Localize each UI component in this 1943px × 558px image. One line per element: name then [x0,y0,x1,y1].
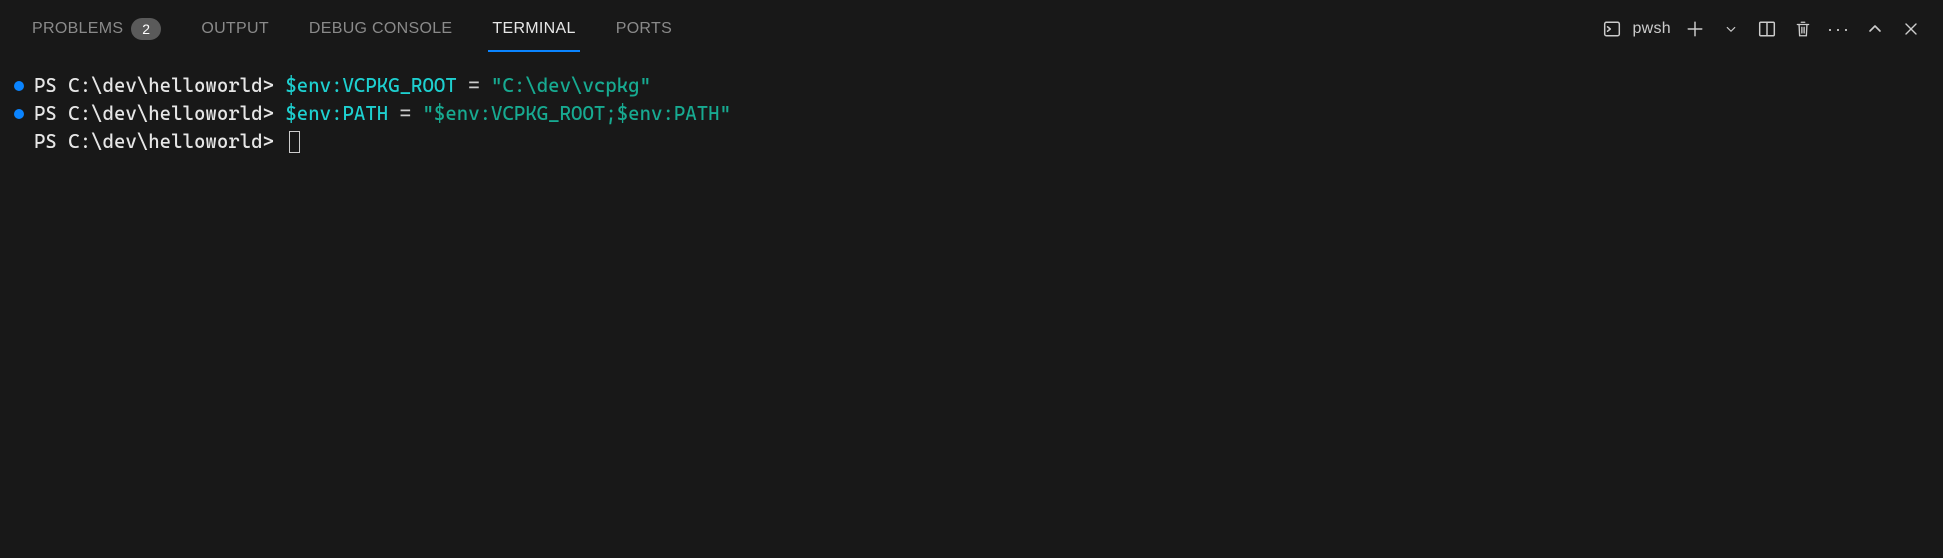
new-terminal-dropdown[interactable] [1719,17,1743,41]
terminal-text-segment: = [400,102,423,125]
terminal-text-segment: PS C:\dev\helloworld> [34,102,285,125]
terminal-line-content: PS C:\dev\helloworld> [34,128,300,156]
bottom-panel: PROBLEMS 2 OUTPUT DEBUG CONSOLE TERMINAL… [0,0,1943,558]
terminal-text-segment: PS C:\dev\helloworld> [34,74,285,97]
line-change-marker [14,137,24,147]
tab-output[interactable]: OUTPUT [199,8,271,50]
terminal-line: PS C:\dev\helloworld> $env:VCPKG_ROOT = … [14,72,1929,100]
terminal-text-segment: = [468,74,491,97]
terminal-text-segment: $env:VCPKG_ROOT [285,74,468,97]
terminal-text-segment: "$env:VCPKG_ROOT;$env:PATH" [423,102,732,125]
tab-debug-console-label: DEBUG CONSOLE [309,20,453,38]
tab-problems-label: PROBLEMS [32,20,123,38]
line-change-marker [14,81,24,91]
terminal-shell-name: pwsh [1632,20,1671,38]
terminal-actions: pwsh [1600,17,1923,41]
more-actions-button[interactable]: ··· [1827,17,1851,41]
terminal-text-segment: PS C:\dev\helloworld> [34,130,285,153]
close-panel-button[interactable] [1899,17,1923,41]
split-terminal-button[interactable] [1755,17,1779,41]
terminal-icon [1600,17,1624,41]
terminal-output[interactable]: PS C:\dev\helloworld> $env:VCPKG_ROOT = … [0,50,1943,558]
tab-ports[interactable]: PORTS [614,8,674,50]
problems-badge: 2 [131,18,161,40]
terminal-text-segment: "C:\dev\vcpkg" [491,74,651,97]
terminal-shell-selector[interactable]: pwsh [1600,17,1671,41]
tab-output-label: OUTPUT [201,20,269,38]
terminal-cursor [289,131,300,153]
kill-terminal-button[interactable] [1791,17,1815,41]
panel-tab-bar: PROBLEMS 2 OUTPUT DEBUG CONSOLE TERMINAL… [0,0,1943,50]
tab-problems[interactable]: PROBLEMS 2 [30,8,163,50]
terminal-line: PS C:\dev\helloworld> $env:PATH = "$env:… [14,100,1929,128]
new-terminal-button[interactable] [1683,17,1707,41]
terminal-line: PS C:\dev\helloworld> [14,128,1929,156]
tab-ports-label: PORTS [616,20,672,38]
panel-tabs: PROBLEMS 2 OUTPUT DEBUG CONSOLE TERMINAL… [30,8,674,50]
tab-terminal[interactable]: TERMINAL [490,8,577,50]
line-change-marker [14,109,24,119]
tab-debug-console[interactable]: DEBUG CONSOLE [307,8,455,50]
terminal-text-segment: $env:PATH [285,102,399,125]
terminal-line-content: PS C:\dev\helloworld> $env:VCPKG_ROOT = … [34,72,651,100]
maximize-panel-button[interactable] [1863,17,1887,41]
terminal-line-content: PS C:\dev\helloworld> $env:PATH = "$env:… [34,100,731,128]
tab-terminal-label: TERMINAL [492,20,575,38]
